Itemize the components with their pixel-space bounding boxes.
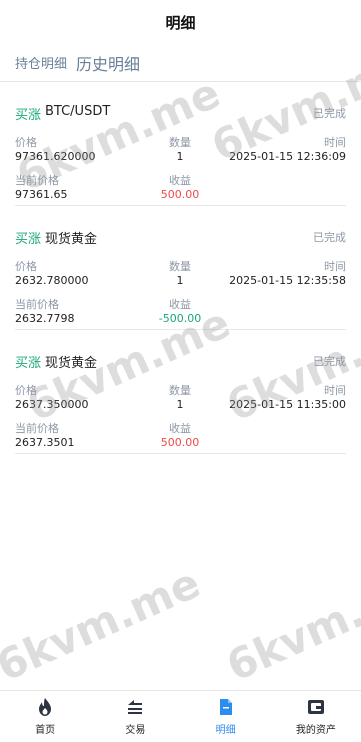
time-value: 2025-01-15 12:35:58 <box>229 274 346 287</box>
order-header: 买涨 现货黄金 已完成 <box>15 228 346 247</box>
order-side: 买涨 <box>15 108 42 123</box>
watermark: 6kvm.me <box>0 558 208 691</box>
order-header: 买涨 BTC/USDT 已完成 <box>15 104 346 123</box>
current-price-value: 2632.7798 <box>15 312 75 325</box>
order-status: 已完成 <box>313 355 346 368</box>
order-symbol: 现货黄金 <box>45 356 98 371</box>
current-price-value: 97361.65 <box>15 188 68 201</box>
flame-icon <box>39 698 52 716</box>
order-symbol: 现货黄金 <box>45 232 98 247</box>
nav-assets[interactable]: 我的资产 <box>271 691 361 742</box>
time-label: 时间 <box>324 384 346 397</box>
nav-trade[interactable]: 交易 <box>90 691 180 742</box>
profit-label: 收益 <box>169 174 191 187</box>
quantity-label: 数量 <box>169 260 191 273</box>
page-title: 明细 <box>165 13 196 32</box>
order-symbol: BTC/USDT <box>45 104 111 119</box>
watermark: 6kvm.me <box>219 558 361 691</box>
price-value: 2632.780000 <box>15 274 89 287</box>
nav-home-label: 首页 <box>35 725 56 736</box>
quantity-value: 1 <box>176 150 184 163</box>
price-label: 价格 <box>15 384 37 397</box>
current-price-label: 当前价格 <box>15 298 59 311</box>
current-price-label: 当前价格 <box>15 174 59 187</box>
order-card[interactable]: 买涨 现货黄金 已完成 价格 数量 时间 2637.350000 1 2025-… <box>15 330 346 454</box>
header: 明细 <box>0 0 361 44</box>
order-header: 买涨 现货黄金 已完成 <box>15 352 346 371</box>
profit-value: 500.00 <box>160 436 200 449</box>
order-list: 买涨 BTC/USDT 已完成 价格 数量 时间 97361.620000 1 … <box>0 82 361 454</box>
order-side: 买涨 <box>15 356 42 371</box>
time-label: 时间 <box>324 136 346 149</box>
price-label: 价格 <box>15 260 37 273</box>
current-price-value: 2637.3501 <box>15 436 75 449</box>
price-label: 价格 <box>15 136 37 149</box>
quantity-label: 数量 <box>169 136 191 149</box>
nav-assets-label: 我的资产 <box>295 725 336 736</box>
quantity-value: 1 <box>176 398 184 411</box>
document-icon <box>219 699 232 715</box>
profit-value: 500.00 <box>160 188 200 201</box>
trade-icon <box>128 700 143 714</box>
profit-value: -500.00 <box>158 312 202 325</box>
tab-holding-details[interactable]: 持仓明细 <box>15 53 67 72</box>
order-side: 买涨 <box>15 232 42 247</box>
current-price-label: 当前价格 <box>15 422 59 435</box>
nav-details[interactable]: 明细 <box>181 691 271 742</box>
nav-home[interactable]: 首页 <box>0 691 90 742</box>
order-card[interactable]: 买涨 BTC/USDT 已完成 价格 数量 时间 97361.620000 1 … <box>15 82 346 206</box>
quantity-label: 数量 <box>169 384 191 397</box>
time-value: 2025-01-15 12:36:09 <box>229 150 346 163</box>
subtabs: 持仓明细 历史明细 <box>0 44 361 82</box>
price-value: 97361.620000 <box>15 150 96 163</box>
price-value: 2637.350000 <box>15 398 89 411</box>
time-value: 2025-01-15 11:35:00 <box>229 398 346 411</box>
nav-details-label: 明细 <box>215 725 236 736</box>
profit-label: 收益 <box>169 422 191 435</box>
tab-history-details[interactable]: 历史明细 <box>76 51 140 75</box>
profit-label: 收益 <box>169 298 191 311</box>
order-card[interactable]: 买涨 现货黄金 已完成 价格 数量 时间 2632.780000 1 2025-… <box>15 206 346 330</box>
quantity-value: 1 <box>176 274 184 287</box>
bottom-nav: 首页 交易 明细 我的资产 <box>0 690 361 742</box>
time-label: 时间 <box>324 260 346 273</box>
nav-trade-label: 交易 <box>125 725 146 736</box>
order-status: 已完成 <box>313 231 346 244</box>
wallet-icon <box>307 700 324 714</box>
order-status: 已完成 <box>313 107 346 120</box>
